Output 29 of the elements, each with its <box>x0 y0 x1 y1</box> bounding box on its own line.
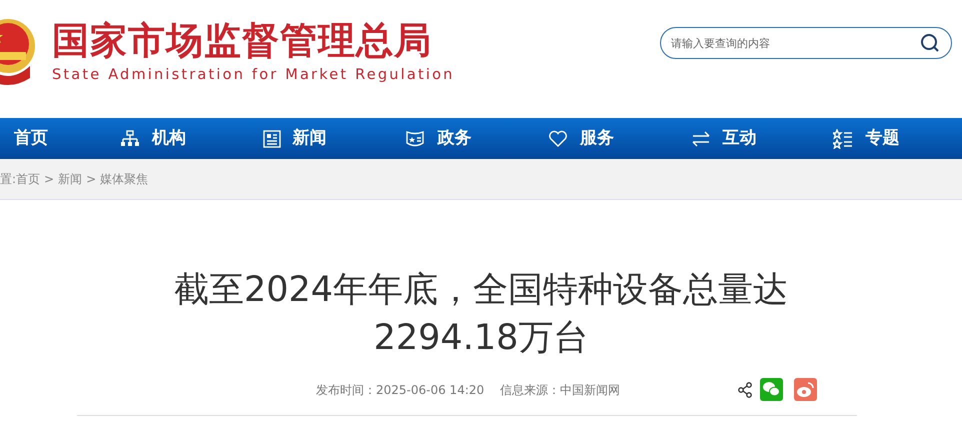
nav-item[interactable]: 政务 <box>391 126 534 152</box>
heart-icon <box>548 130 568 148</box>
site-subtitle: State Administration for Market Regulation <box>52 66 455 85</box>
swap-arrows-icon <box>690 130 711 146</box>
nav-item[interactable]: 新闻 <box>248 126 392 152</box>
breadcrumb-label: 置: <box>0 171 16 188</box>
org-chart-icon <box>120 130 140 148</box>
wechat-share-button[interactable] <box>760 378 784 401</box>
newspaper-icon <box>262 130 281 148</box>
source-name: 中国新闻网 <box>560 382 620 398</box>
nav-item[interactable]: 机构 <box>106 126 249 152</box>
publish-label: 发布时间： <box>316 382 376 398</box>
nav-item[interactable]: 互动 <box>676 126 820 152</box>
emblem-icon <box>0 16 36 88</box>
search-icon[interactable] <box>920 33 940 53</box>
site-title: 国家市场监督管理总局 <box>52 22 433 59</box>
breadcrumb-separator: > <box>86 171 96 188</box>
nav-item[interactable]: 服务 <box>534 126 677 152</box>
star-list-icon <box>833 128 854 148</box>
share-icon[interactable] <box>738 382 752 398</box>
shield-star-icon <box>405 130 426 148</box>
nav-item[interactable]: 首页 <box>0 126 106 152</box>
article-title: 截至2024年年底，全国特种设备总量达2294.18万台 <box>172 269 790 360</box>
breadcrumb-separator: > <box>44 171 54 188</box>
publish-time: 2025-06-06 14:20 <box>376 382 484 398</box>
weibo-share-button[interactable] <box>794 378 818 401</box>
nav-item[interactable]: 专题 <box>819 126 962 152</box>
source-label: 信息来源： <box>500 382 560 398</box>
search-field[interactable]: 请输入要查询的内容 <box>660 27 952 59</box>
